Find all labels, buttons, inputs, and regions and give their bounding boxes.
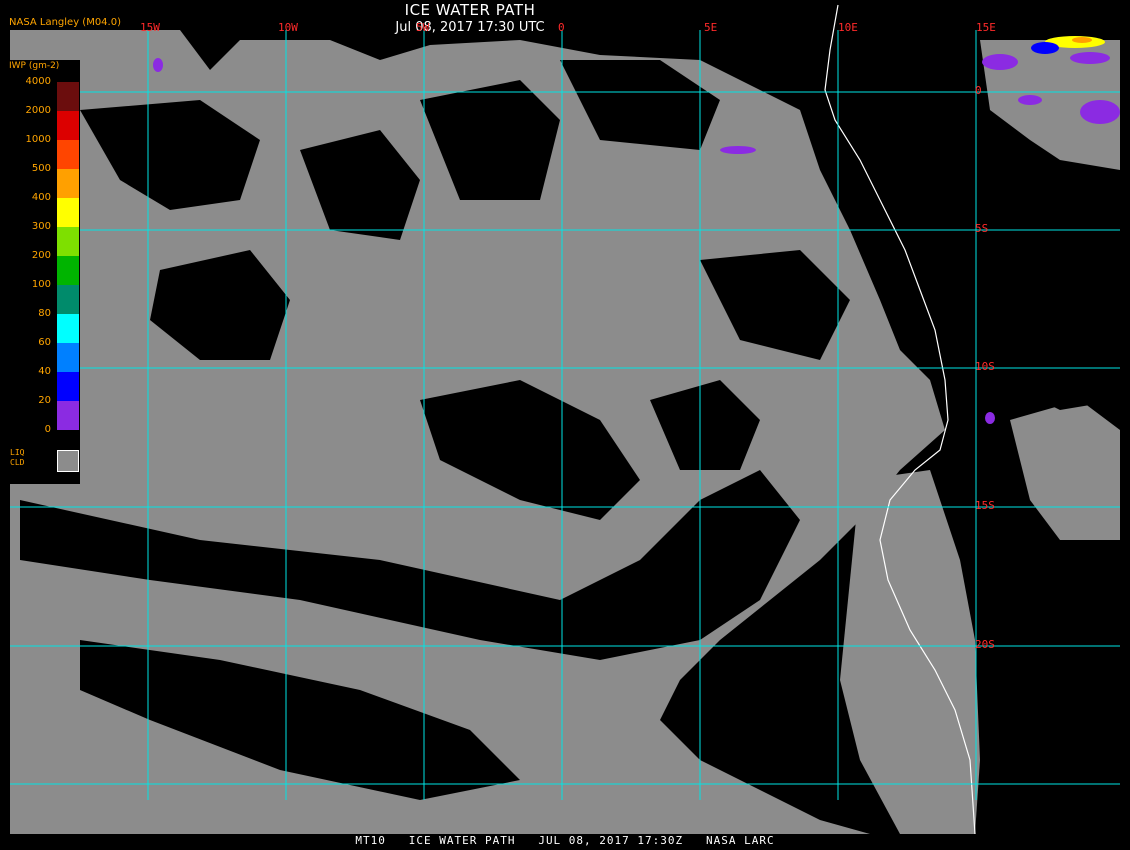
legend-swatch	[57, 169, 79, 198]
legend-swatch	[57, 314, 79, 343]
legend-label: 1000	[25, 134, 51, 145]
legend-swatch	[57, 256, 79, 285]
liquid-label-line1: LIQ	[10, 448, 25, 457]
legend-swatch	[57, 111, 79, 140]
lon-label-10w: 10W	[278, 21, 298, 34]
legend-label: 40	[38, 366, 51, 377]
legend-label: 200	[31, 250, 51, 261]
legend-swatch	[57, 401, 79, 430]
map-title: ICE WATER PATH	[404, 1, 536, 19]
lat-label-0: 0	[975, 84, 982, 97]
legend-label: 500	[31, 163, 51, 174]
legend-label: 2000	[25, 105, 51, 116]
lon-label-5e: 5E	[704, 21, 718, 34]
legend-label: 4000	[25, 76, 51, 87]
legend-label: 400	[31, 192, 51, 203]
legend-swatch	[57, 140, 79, 169]
lon-label-15w: 15W	[140, 21, 160, 34]
map-footer: MT10 ICE WATER PATH JUL 08, 2017 17:30Z …	[355, 834, 775, 847]
lon-label-5w: 5W	[416, 21, 430, 34]
legend-label: 20	[38, 395, 51, 406]
legend-label: 0	[44, 424, 51, 435]
satellite-map	[0, 0, 1130, 850]
legend-swatch	[57, 198, 79, 227]
lat-label-20s: 20S	[975, 638, 995, 651]
liquid-label-line2: CLD	[10, 458, 25, 467]
liquid-cloud-swatch	[57, 450, 79, 472]
lat-label-15s: 15S	[975, 499, 995, 512]
legend-swatch	[57, 227, 79, 256]
legend-label: 80	[38, 308, 51, 319]
legend-title: IWP (gm-2)	[9, 61, 60, 71]
color-legend: IWP (gm-2) 4000 2000 1000 500 400 300 200 100 80…	[6, 60, 80, 484]
legend-label: 300	[31, 221, 51, 232]
legend-swatch	[57, 372, 79, 401]
legend-swatch	[57, 285, 79, 314]
legend-swatch	[57, 343, 79, 372]
lon-label-15e: 15E	[976, 21, 996, 34]
legend-swatch	[57, 82, 79, 111]
lat-label-5s: 5S	[975, 222, 989, 235]
legend-label: 60	[38, 337, 51, 348]
liquid-cloud-label: LIQ CLD	[10, 448, 24, 468]
lat-label-10s: 10S	[975, 360, 995, 373]
agency-label: NASA Langley (M04.0)	[9, 17, 121, 28]
lon-label-0: 0	[558, 21, 565, 34]
legend-label: 100	[31, 279, 51, 290]
lon-label-10e: 10E	[838, 21, 858, 34]
